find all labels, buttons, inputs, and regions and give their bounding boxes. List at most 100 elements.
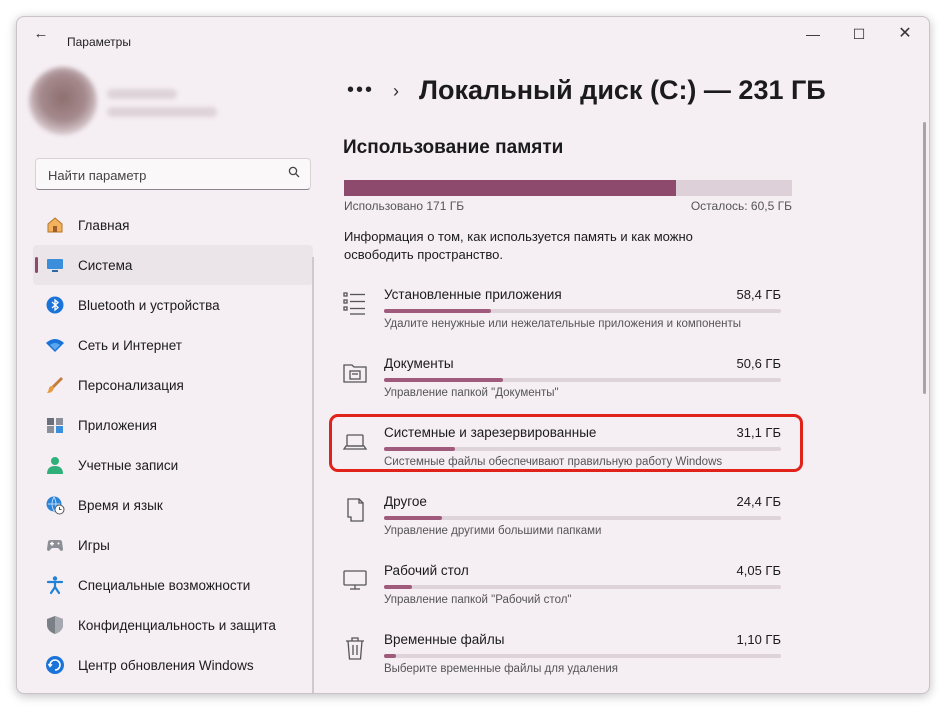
category-size: 1,10 ГБ <box>736 632 781 647</box>
close-button[interactable]: ✕ <box>885 23 925 45</box>
category-bar-fill <box>384 654 396 658</box>
sidebar-item-label: Главная <box>78 218 130 233</box>
highlight-frame <box>329 414 803 472</box>
sidebar-item-label: Конфиденциальность и защита <box>78 618 276 633</box>
category-bar <box>384 378 781 382</box>
account-icon <box>47 457 63 474</box>
category-description: Управление другими большими папками <box>384 525 602 537</box>
sidebar-item-accessibility[interactable]: Специальные возможности <box>33 565 313 605</box>
storage-category-temp-files[interactable]: Временные файлы 1,10 ГБ Выберите временн… <box>337 632 787 692</box>
other-file-icon <box>347 498 364 522</box>
storage-category-installed-apps[interactable]: Установленные приложения 58,4 ГБ Удалите… <box>337 287 787 347</box>
category-size: 4,05 ГБ <box>736 563 781 578</box>
sidebar-item-system[interactable]: Система <box>33 245 313 285</box>
trash-icon <box>346 637 364 660</box>
search-icon[interactable] <box>288 166 300 178</box>
category-name: Документы <box>384 356 454 371</box>
sidebar-item-label: Центр обновления Windows <box>78 658 254 673</box>
category-bar <box>384 585 781 589</box>
sidebar-item-label: Время и язык <box>78 498 163 513</box>
category-size: 58,4 ГБ <box>736 287 781 302</box>
shield-icon <box>47 616 63 634</box>
sidebar-item-time-language[interactable]: Время и язык <box>33 485 313 525</box>
sidebar-item-gaming[interactable]: Игры <box>33 525 313 565</box>
category-bar <box>384 516 781 520</box>
bluetooth-icon <box>46 296 64 314</box>
category-bar-fill <box>384 309 492 313</box>
sidebar-item-windows-update[interactable]: Центр обновления Windows <box>33 645 313 685</box>
category-bar-fill <box>384 378 504 382</box>
section-title: Использование памяти <box>343 137 564 158</box>
back-button[interactable]: ← <box>31 25 51 43</box>
system-icon <box>47 259 63 272</box>
sidebar-item-label: Сеть и Интернет <box>78 338 182 353</box>
search-box[interactable] <box>35 158 311 190</box>
category-bar <box>384 309 781 313</box>
wifi-icon <box>46 339 64 352</box>
sidebar-item-label: Bluetooth и устройства <box>78 298 220 313</box>
sidebar-item-network[interactable]: Сеть и Интернет <box>33 325 313 365</box>
sidebar-item-personalization[interactable]: Персонализация <box>33 365 313 405</box>
sidebar-item-label: Персонализация <box>78 378 184 393</box>
storage-category-desktop[interactable]: Рабочий стол 4,05 ГБ Управление папкой "… <box>337 563 787 623</box>
more-breadcrumb-button[interactable]: ••• <box>347 79 374 102</box>
category-description: Управление папкой "Рабочий стол" <box>384 594 572 606</box>
category-bar-fill <box>384 516 442 520</box>
category-size: 50,6 ГБ <box>736 356 781 371</box>
category-description: Управление папкой "Документы" <box>384 387 559 399</box>
user-profile[interactable] <box>29 67 279 147</box>
category-name: Временные файлы <box>384 632 505 647</box>
sidebar-scrollbar[interactable] <box>312 257 314 693</box>
storage-usage-fill <box>344 180 676 196</box>
gamepad-icon <box>47 540 63 551</box>
minimize-button[interactable]: — <box>793 23 833 45</box>
sidebar-item-label: Система <box>78 258 133 273</box>
home-icon <box>47 217 63 233</box>
apps-icon <box>47 418 63 433</box>
category-description: Выберите временные файлы для удаления <box>384 663 618 675</box>
category-name: Другое <box>384 494 427 509</box>
user-email-blurred <box>107 107 217 117</box>
time-language-icon <box>46 496 65 515</box>
accessibility-icon <box>46 576 64 595</box>
sidebar-item-label: Приложения <box>78 418 157 433</box>
sidebar-item-label: Специальные возможности <box>78 578 251 593</box>
update-icon <box>46 656 64 674</box>
sidebar-item-label: Учетные записи <box>78 458 179 473</box>
category-name: Установленные приложения <box>384 287 562 302</box>
storage-category-other[interactable]: Другое 24,4 ГБ Управление другими больши… <box>337 494 787 554</box>
storage-usage-bar <box>344 180 792 196</box>
sidebar-item-accounts[interactable]: Учетные записи <box>33 445 313 485</box>
breadcrumb: ••• › Локальный диск (C:) — 231 ГБ <box>347 75 907 115</box>
sidebar-item-label: Игры <box>78 538 110 553</box>
category-name: Рабочий стол <box>384 563 469 578</box>
settings-window: ← Параметры — ☐ ✕ Главная <box>16 16 930 694</box>
content-scrollbar[interactable] <box>923 122 926 394</box>
storage-category-documents[interactable]: Документы 50,6 ГБ Управление папкой "Док… <box>337 356 787 416</box>
storage-info-text: Информация о том, как используется памят… <box>344 229 693 262</box>
maximize-button[interactable]: ☐ <box>839 23 879 45</box>
sidebar-nav: Главная Система Bluetooth и устройства С… <box>33 205 313 685</box>
sidebar-item-privacy[interactable]: Конфиденциальность и защита <box>33 605 313 645</box>
chevron-right-icon: › <box>393 81 399 101</box>
search-input[interactable] <box>46 165 280 185</box>
active-indicator <box>35 257 38 273</box>
sidebar-item-apps[interactable]: Приложения <box>33 405 313 445</box>
sidebar-item-home[interactable]: Главная <box>33 205 313 245</box>
sidebar-item-bluetooth[interactable]: Bluetooth и устройства <box>33 285 313 325</box>
used-space-label: Использовано 171 ГБ <box>344 199 465 213</box>
apps-list-icon <box>343 292 365 315</box>
brush-icon <box>47 377 63 393</box>
title-bar: ← Параметры — ☐ ✕ <box>17 17 929 51</box>
app-title: Параметры <box>67 35 131 49</box>
category-size: 24,4 ГБ <box>736 494 781 509</box>
category-description: Удалите ненужные или нежелательные прило… <box>384 318 742 330</box>
avatar <box>29 67 97 135</box>
free-space-label: Осталось: 60,5 ГБ <box>690 199 792 213</box>
category-bar <box>384 654 781 658</box>
documents-folder-icon <box>343 364 367 383</box>
category-bar-fill <box>384 585 412 589</box>
desktop-icon <box>343 570 367 590</box>
page-title: Локальный диск (C:) — 231 ГБ <box>419 75 826 105</box>
user-name-blurred <box>107 89 177 99</box>
